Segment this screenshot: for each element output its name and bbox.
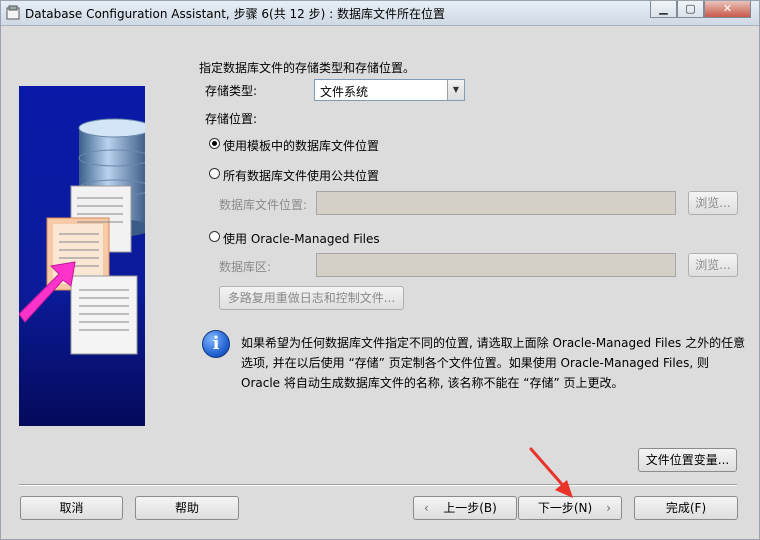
help-button[interactable]: 帮助 [135, 496, 239, 520]
chevron-right-icon: › [606, 501, 611, 515]
db-file-location-input[interactable] [316, 191, 676, 215]
info-icon: i [202, 330, 230, 358]
option-common-label[interactable]: 所有数据库文件使用公共位置 [223, 167, 379, 184]
minimize-button[interactable]: ▁ [650, 1, 677, 18]
storage-type-label: 存储类型: [205, 84, 258, 98]
db-area-input[interactable] [316, 253, 676, 277]
storage-type-select[interactable]: 文件系统 ▼ [314, 79, 465, 101]
storage-type-value: 文件系统 [320, 85, 369, 99]
db-file-location-label: 数据库文件位置: [219, 198, 308, 212]
radio-common-location[interactable] [209, 168, 220, 179]
page-heading: 指定数据库文件的存储类型和存储位置。 [199, 61, 416, 75]
annotation-arrow-icon [529, 447, 573, 498]
radio-oracle-managed-files[interactable] [209, 231, 220, 242]
app-icon [6, 5, 20, 20]
database-illustration [19, 86, 145, 426]
close-button[interactable]: ✕ [704, 1, 751, 18]
back-button[interactable]: ‹ 上一步(B) [413, 496, 517, 520]
next-button-label: 下一步(N) [537, 501, 593, 515]
cancel-button[interactable]: 取消 [20, 496, 123, 520]
minimize-icon: ▁ [659, 2, 668, 15]
maximize-icon: ▢ [685, 2, 696, 15]
browse-db-area-button[interactable]: 浏览... [688, 253, 738, 277]
dbca-window: Database Configuration Assistant, 步骤 6(共… [0, 0, 760, 540]
chevron-down-icon: ▼ [447, 80, 464, 100]
window-title: Database Configuration Assistant, 步骤 6(共… [25, 7, 445, 21]
next-button[interactable]: 下一步(N) › [518, 496, 622, 520]
radio-template-location[interactable] [209, 138, 220, 149]
title-bar: Database Configuration Assistant, 步骤 6(共… [1, 1, 759, 26]
footer-divider [19, 484, 737, 486]
info-line-2: 选项, 并在以后使用 “存储” 页定制各个文件位置。如果使用 Oracle-Ma… [241, 356, 709, 370]
db-area-label: 数据库区: [219, 260, 272, 274]
back-button-label: 上一步(B) [443, 501, 497, 515]
multiplex-redo-control-button[interactable]: 多路复用重做日志和控制文件... [219, 286, 404, 310]
info-line-1: 如果希望为任何数据库文件指定不同的位置, 请选取上面除 Oracle-Manag… [241, 336, 746, 350]
chevron-left-icon: ‹ [424, 501, 429, 515]
info-line-3: Oracle 将自动生成数据库文件的名称, 该名称不能在 “存储” 页上更改。 [241, 376, 624, 390]
storage-location-label: 存储位置: [205, 112, 258, 126]
option-template-label[interactable]: 使用模板中的数据库文件位置 [223, 137, 379, 154]
file-location-variables-button[interactable]: 文件位置变量... [638, 448, 737, 472]
finish-button[interactable]: 完成(F) [634, 496, 738, 520]
info-message: 如果希望为任何数据库文件指定不同的位置, 请选取上面除 Oracle-Manag… [241, 333, 745, 393]
option-omf-label[interactable]: 使用 Oracle-Managed Files [223, 230, 380, 247]
maximize-button[interactable]: ▢ [677, 1, 704, 18]
browse-file-location-button[interactable]: 浏览... [688, 191, 738, 215]
close-icon: ✕ [722, 2, 733, 15]
